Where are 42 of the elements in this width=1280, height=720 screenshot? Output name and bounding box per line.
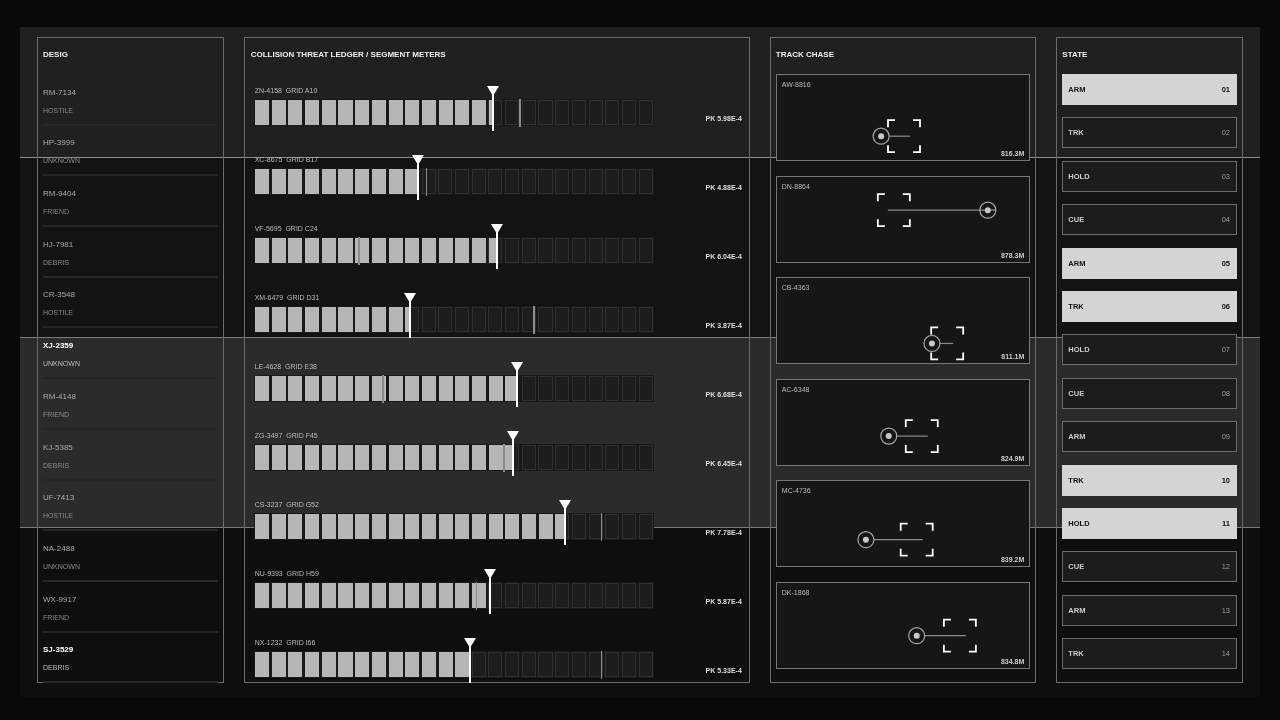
lead-line [923,635,967,637]
reticle-icon [886,119,921,154]
reticle-icon [904,419,939,453]
target-icon [879,427,898,445]
target-icon [907,627,926,645]
designation-code: WX-9917 [43,594,77,604]
target-icon [979,201,997,219]
lead-line [895,435,929,437]
panel-title: COLLISION THREAT LEDGER / SEGMENT METERS [250,50,446,59]
target-icon [857,531,875,549]
lead-line [888,135,911,137]
panel-title: TRACK CHASE [775,50,835,59]
designation-code: UF-7413 [43,493,75,503]
reticle-icon [942,618,977,653]
threshold-marker [403,293,416,338]
threshold-marker [511,362,524,407]
designation-code: CR-3548 [43,290,75,300]
threshold-marker [411,155,424,200]
threshold-marker [507,431,520,476]
lead-line [873,539,924,541]
threshold-marker [463,638,476,683]
designation-code: SJ-3529 [43,645,74,655]
panel-title: STATE [1062,50,1088,59]
reticle-icon [930,326,964,361]
designation-code: RM-4148 [43,391,76,401]
reticle-icon [899,523,934,557]
threshold-marker [491,224,504,269]
threshold-marker [559,500,572,545]
threshold-marker [483,569,496,614]
designation-code: RM-7134 [43,87,76,97]
designation-code: NA-2488 [43,543,75,553]
designation-code: XJ-2359 [43,341,74,351]
designation-code: HP-3999 [43,138,75,148]
designation-code: KJ-5385 [43,442,73,452]
designation-code: HJ-7981 [43,239,74,249]
threshold-marker [487,86,500,131]
designation-code: RM-9404 [43,189,76,199]
target-icon [923,335,941,353]
target-icon [872,127,890,145]
panel-title: DESIG [43,50,68,59]
reticle-icon [876,192,911,227]
lead-line [939,343,954,345]
